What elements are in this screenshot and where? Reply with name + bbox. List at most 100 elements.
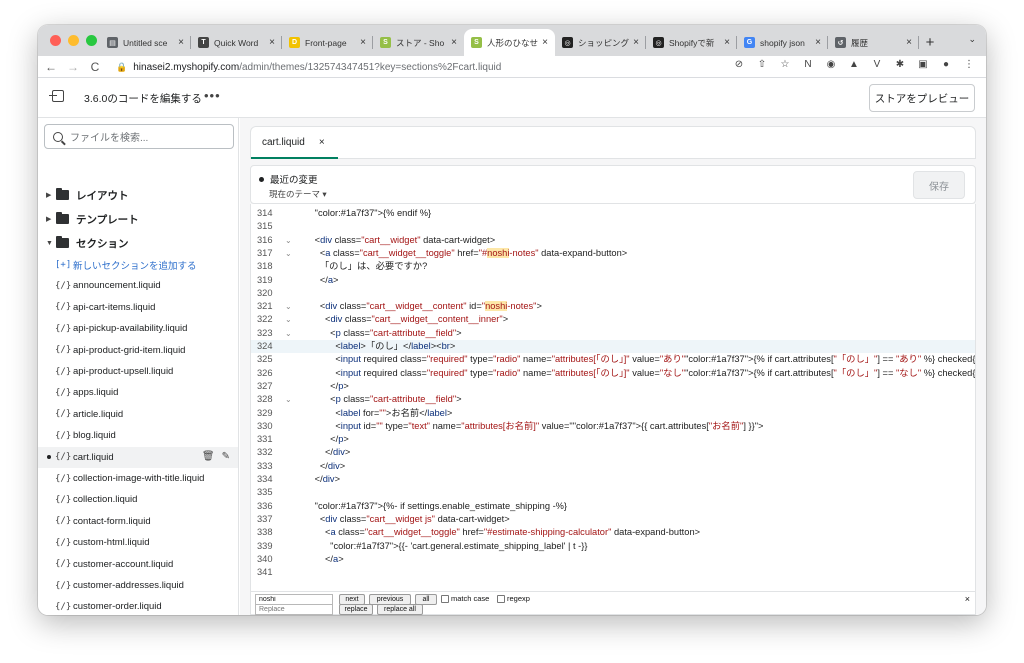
browser-tab[interactable]: D Front-page × (282, 29, 373, 56)
folder-2[interactable]: ▼ セクション (46, 234, 129, 252)
add-section-link[interactable]: [+] 新しいセクションを追加する (38, 254, 238, 275)
close-tab-icon[interactable]: × (815, 37, 821, 48)
code-area[interactable]: 314 "color:#1a7f37">{% endif %} 315 316 ⌄ <… (250, 204, 976, 591)
recent-changes-label[interactable]: 最近の変更 (270, 172, 318, 186)
back-icon[interactable]: ← (42, 60, 60, 74)
avatar-icon[interactable]: ● (939, 59, 953, 70)
fold-marker-icon[interactable]: ⌄ (285, 313, 292, 326)
vimeo-icon[interactable]: V (870, 59, 884, 70)
line-number: 334 (257, 474, 273, 484)
browser-tab[interactable]: T Quick Word × (191, 29, 282, 56)
file-item[interactable]: {/} api-product-grid-item.liquid (38, 340, 238, 361)
browser-tab[interactable]: S ストア - Sho × (373, 29, 464, 56)
file-item[interactable]: {/} blog.liquid (38, 425, 238, 446)
close-tab-icon[interactable]: × (451, 37, 457, 48)
folder-0[interactable]: ▶ レイアウト (46, 186, 129, 204)
close-tab-icon[interactable]: × (906, 37, 912, 48)
file-item[interactable]: {/} custom-html.liquid (38, 532, 238, 553)
file-item[interactable]: {/} article.liquid (38, 404, 238, 425)
code-line: 336 "color:#1a7f37">{%- if settings.enab… (251, 500, 975, 513)
code-line: 327 </p> (251, 380, 975, 393)
more-actions-button[interactable]: ••• (204, 88, 221, 103)
code-text: <div class="cart__widget js" data-cart-w… (294, 513, 510, 524)
fold-marker-icon[interactable]: ⌄ (285, 234, 292, 247)
browser-tab[interactable]: ◎ ショッピング × (555, 29, 646, 56)
fold-marker-icon[interactable]: ⌄ (285, 300, 292, 313)
favicon-icon: ▤ (107, 37, 118, 48)
fold-marker-icon[interactable]: ⌄ (285, 393, 292, 406)
rename-icon[interactable]: ✎ (222, 451, 230, 462)
address-bar[interactable]: 🔒 hinasei2.myshopify.com/admin/themes/13… (116, 58, 786, 76)
puzzle-icon[interactable]: ✱ (893, 59, 907, 70)
folder-label: テンプレート (76, 213, 139, 226)
forward-icon[interactable]: → (64, 60, 82, 74)
file-item[interactable]: {/} cart.liquid 🗑 ✎ (38, 446, 238, 468)
close-tab-icon[interactable]: × (319, 137, 325, 148)
file-item[interactable]: {/} customer-order.liquid (38, 596, 238, 615)
browser-tab[interactable]: ↺ 履歴 × (828, 29, 919, 56)
kebab-icon[interactable]: ⋮ (962, 59, 976, 70)
file-item[interactable]: {/} contact-form.liquid (38, 511, 238, 532)
close-window-button[interactable] (50, 35, 61, 46)
favicon-icon: S (380, 37, 391, 48)
reload-icon[interactable]: C (86, 60, 104, 74)
file-name: api-product-upsell.liquid (73, 366, 174, 377)
star-icon[interactable]: ☆ (778, 59, 792, 70)
close-tab-icon[interactable]: × (724, 37, 730, 48)
delete-icon[interactable]: 🗑 (202, 451, 215, 462)
browser-tab[interactable]: ◎ Shopifyで新 × (646, 29, 737, 56)
liquid-file-icon: {/} (55, 387, 72, 398)
fold-marker-icon[interactable]: ⌄ (285, 247, 292, 260)
file-item[interactable]: {/} customer-account.liquid (38, 554, 238, 575)
tab-search-icon[interactable]: ⌄ (968, 34, 976, 45)
replace-button[interactable]: replace (339, 604, 373, 615)
notion-icon[interactable]: N (801, 59, 815, 70)
close-tab-icon[interactable]: × (360, 37, 366, 48)
file-item[interactable]: {/} announcement.liquid (38, 275, 238, 296)
code-text: <a class="cart__widget__toggle" href="#e… (294, 527, 701, 538)
file-item[interactable]: {/} collection-image-with-title.liquid (38, 468, 238, 489)
close-tab-icon[interactable]: × (178, 37, 184, 48)
tab-cart-liquid[interactable]: cart.liquid × (251, 127, 338, 159)
minimize-window-button[interactable] (68, 35, 79, 46)
tab-title: Untitled sce (123, 37, 168, 48)
line-number: 323 (257, 327, 273, 338)
close-find-icon[interactable]: × (965, 594, 970, 604)
eye-slash-icon[interactable]: ⊘ (732, 59, 746, 70)
file-item[interactable]: {/} apps.liquid (38, 382, 238, 403)
checkbox-box[interactable] (497, 594, 505, 603)
preview-store-button[interactable]: ストアをプレビュー (869, 84, 975, 112)
zoom-window-button[interactable] (86, 35, 97, 46)
close-tab-icon[interactable]: × (633, 37, 639, 48)
sidebar-icon[interactable]: ▣ (916, 59, 930, 70)
file-item[interactable]: {/} collection.liquid (38, 489, 238, 510)
browser-tab[interactable]: ▤ Untitled sce × (100, 29, 191, 56)
line-number: 341 (257, 567, 273, 578)
file-item[interactable]: {/} api-cart-items.liquid (38, 297, 238, 318)
file-item[interactable]: {/} api-product-upsell.liquid (38, 361, 238, 382)
file-item[interactable]: {/} customer-addresses.liquid (38, 575, 238, 596)
regexp-checkbox[interactable]: regexp (497, 594, 530, 603)
extension-icon[interactable]: ◉ (824, 59, 838, 70)
code-line: 319 </a> (251, 274, 975, 287)
file-item[interactable]: {/} api-pickup-availability.liquid (38, 318, 238, 339)
fold-marker-icon[interactable]: ⌄ (285, 327, 292, 340)
theme-version-select[interactable]: 現在のテーマ ▾ (269, 188, 327, 200)
close-tab-icon[interactable]: × (542, 37, 548, 48)
replace-input[interactable] (255, 604, 333, 615)
save-button[interactable]: 保存 (913, 171, 965, 199)
file-search-input[interactable]: ファイルを検索... (44, 124, 234, 149)
replace-all-button[interactable]: replace all (377, 604, 423, 615)
browser-tab[interactable]: S 人形のひなせ × (464, 29, 555, 56)
share-icon[interactable]: ⇧ (755, 59, 769, 70)
drive-icon[interactable]: ▲ (847, 59, 861, 70)
new-tab-button[interactable]: + (919, 29, 941, 56)
browser-tab[interactable]: Gshopify json × (737, 29, 828, 56)
match-case-checkbox[interactable]: match case (441, 594, 489, 603)
close-tab-icon[interactable]: × (269, 37, 275, 48)
exit-icon[interactable] (49, 90, 64, 102)
folder-1[interactable]: ▶ テンプレート (46, 210, 139, 228)
code-text: </a> (294, 553, 344, 564)
checkbox-box[interactable] (441, 594, 449, 603)
editor-tab-bar: cart.liquid × (250, 126, 976, 159)
